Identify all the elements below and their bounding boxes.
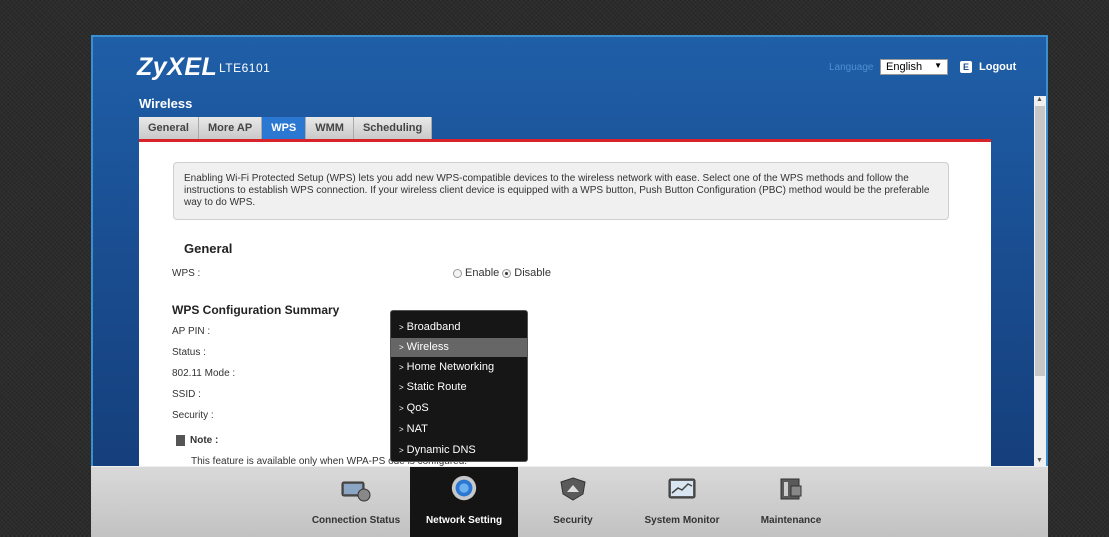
mode-label: 802.11 Mode :	[172, 368, 236, 379]
tab-wmm[interactable]: WMM	[306, 117, 354, 139]
dock-system-monitor[interactable]: System Monitor	[628, 467, 736, 537]
logout-link[interactable]: Logout	[979, 61, 1016, 73]
tab-scheduling[interactable]: Scheduling	[353, 117, 433, 139]
disable-label: Disable	[514, 267, 551, 279]
page-title: Wireless	[139, 96, 193, 111]
scroll-down-icon[interactable]: ▼	[1036, 457, 1043, 464]
ap-pin-label: AP PIN :	[172, 326, 211, 337]
zyxel-logo: ZyXEL	[137, 53, 218, 81]
menu-item-static-route[interactable]: > Static Route	[391, 378, 527, 397]
chevron-right-icon: >	[399, 363, 404, 372]
chevron-right-icon: >	[399, 425, 404, 434]
wps-label: WPS :	[172, 268, 201, 279]
scroll-thumb[interactable]	[1035, 106, 1045, 376]
security-label: Security :	[172, 410, 214, 421]
tab-bar: General More AP WPS WMM Scheduling	[139, 117, 433, 139]
general-heading: General	[184, 241, 233, 256]
menu-item-wireless[interactable]: > Wireless	[391, 338, 527, 357]
menu-item-nat[interactable]: > NAT	[391, 420, 527, 439]
ssid-label: SSID :	[172, 389, 201, 400]
menu-item-broadband[interactable]: > Broadband	[391, 318, 527, 337]
scroll-up-icon[interactable]: ▲	[1036, 96, 1043, 103]
shield-icon	[560, 477, 586, 501]
dock-security[interactable]: Security	[519, 467, 627, 537]
disable-radio[interactable]	[502, 268, 512, 278]
menu-item-qos[interactable]: > QoS	[391, 399, 527, 418]
connection-status-icon	[341, 481, 371, 502]
model-name: LTE6101	[219, 61, 271, 75]
chevron-right-icon: >	[399, 343, 404, 352]
monitor-chart-icon	[668, 478, 696, 499]
maintenance-icon	[780, 478, 802, 500]
chevron-right-icon: >	[399, 323, 404, 332]
enable-radio[interactable]	[453, 268, 462, 278]
page-scrollbar[interactable]: ▲ ▼	[1034, 96, 1046, 466]
dock-connection-status[interactable]: Connection Status	[301, 467, 411, 537]
gear-globe-icon	[451, 475, 477, 501]
bottom-dock: Connection Status Network Setting Securi…	[91, 466, 1048, 537]
chevron-right-icon: >	[399, 404, 404, 413]
content-panel: Enabling Wi-Fi Protected Setup (WPS) let…	[139, 142, 991, 466]
wps-radio-group: Enable Disable	[453, 267, 551, 279]
chevron-right-icon: >	[399, 383, 404, 392]
note-label: Note :	[190, 435, 219, 446]
tab-more-ap[interactable]: More AP	[198, 117, 263, 139]
tab-wps[interactable]: WPS	[262, 117, 307, 139]
menu-item-home-networking[interactable]: > Home Networking	[391, 358, 527, 377]
language-label: Language	[829, 62, 874, 73]
note: Note :	[176, 435, 218, 446]
info-box: Enabling Wi-Fi Protected Setup (WPS) let…	[173, 162, 949, 220]
wps-summary-heading: WPS Configuration Summary	[172, 303, 340, 317]
dock-maintenance[interactable]: Maintenance	[737, 467, 845, 537]
status-label: Status :	[172, 347, 206, 358]
router-frame: ZyXEL LTE6101 Language English ▼ E Logou…	[91, 35, 1048, 466]
note-icon	[176, 435, 185, 446]
dropdown-arrow-icon: ▼	[934, 61, 942, 70]
chevron-right-icon: >	[399, 446, 404, 455]
network-setting-menu: > Broadband > Wireless > Home Networking > S…	[390, 310, 528, 462]
menu-item-dynamic-dns[interactable]: > Dynamic DNS	[391, 441, 527, 460]
enable-label: Enable	[465, 267, 500, 279]
language-value: English	[886, 61, 923, 73]
tab-general[interactable]: General	[139, 117, 199, 139]
dock-network-setting[interactable]: Network Setting	[410, 467, 518, 537]
logout-icon[interactable]: E	[960, 61, 972, 73]
language-select[interactable]: English ▼	[880, 59, 948, 75]
